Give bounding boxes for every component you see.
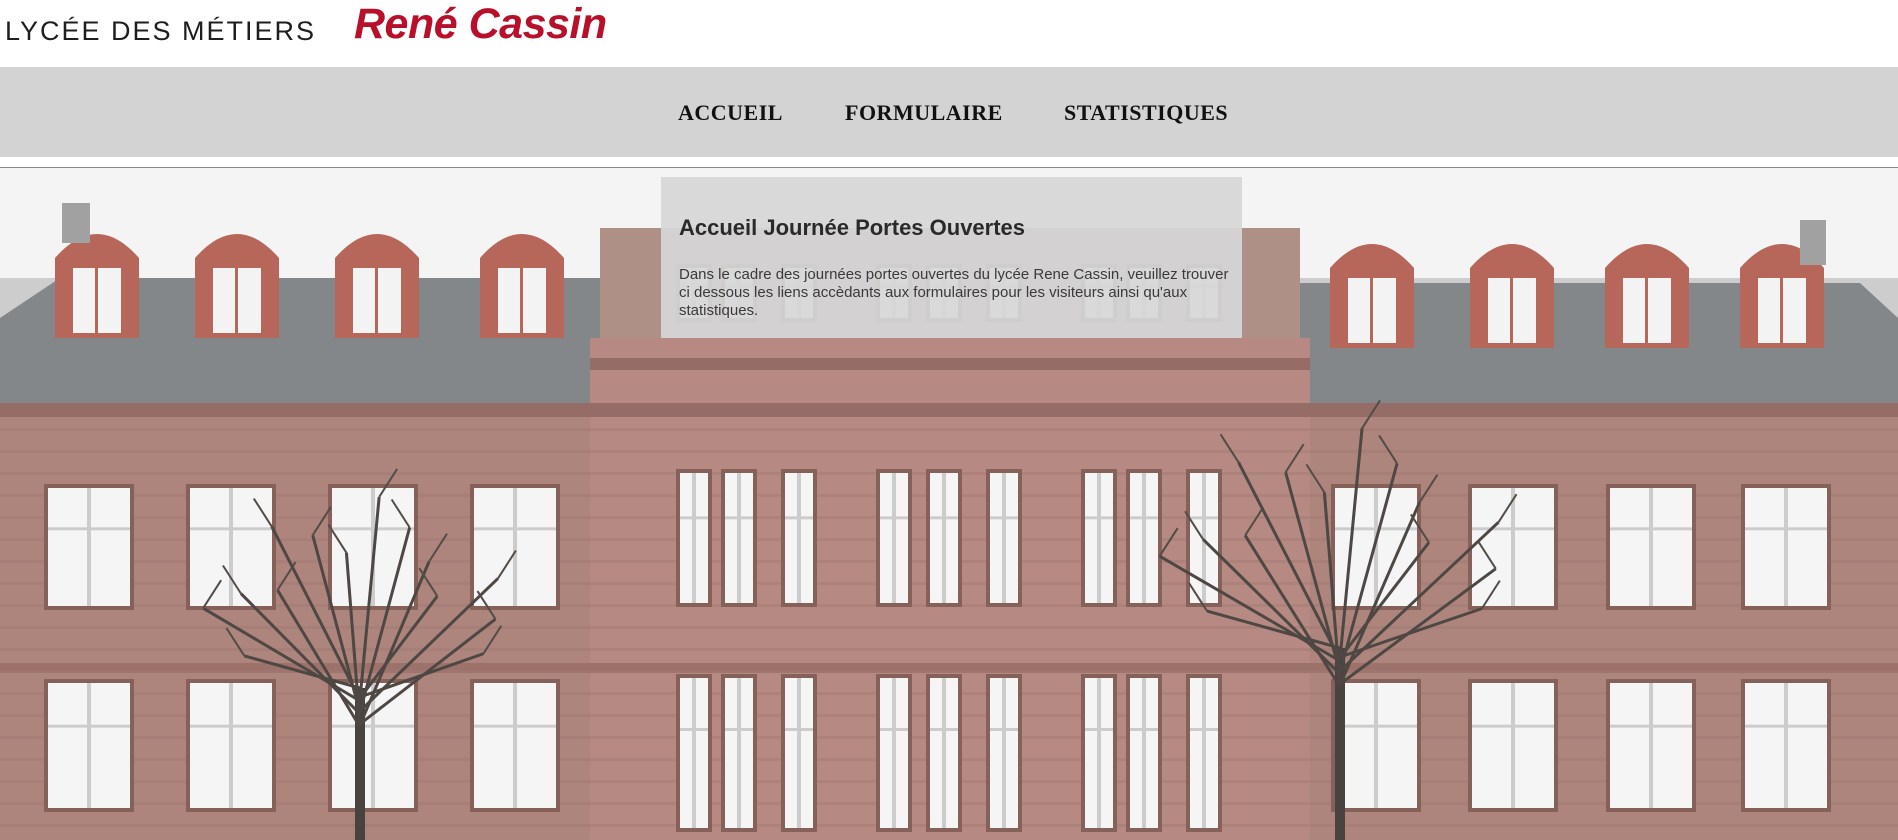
logo-name-text: René Cassin xyxy=(354,0,607,48)
school-logo: LYCÉE DES MÉTIERS René Cassin xyxy=(0,0,700,66)
welcome-panel: Accueil Journée Portes Ouvertes Dans le … xyxy=(661,177,1242,338)
logo-prefix-text: LYCÉE DES MÉTIERS xyxy=(5,16,317,46)
nav-link-accueil[interactable]: ACCUEIL xyxy=(678,100,783,126)
nav-list: ACCUEIL FORMULAIRE STATISTIQUES xyxy=(0,67,1898,157)
intro-text: Dans le cadre des journées portes ouvert… xyxy=(679,266,1229,319)
nav-link-statistiques[interactable]: STATISTIQUES xyxy=(1064,100,1228,126)
main-nav: ACCUEIL FORMULAIRE STATISTIQUES xyxy=(0,67,1898,157)
page-title: Accueil Journée Portes Ouvertes xyxy=(679,215,1026,240)
nav-link-formulaire[interactable]: FORMULAIRE xyxy=(845,100,1003,126)
